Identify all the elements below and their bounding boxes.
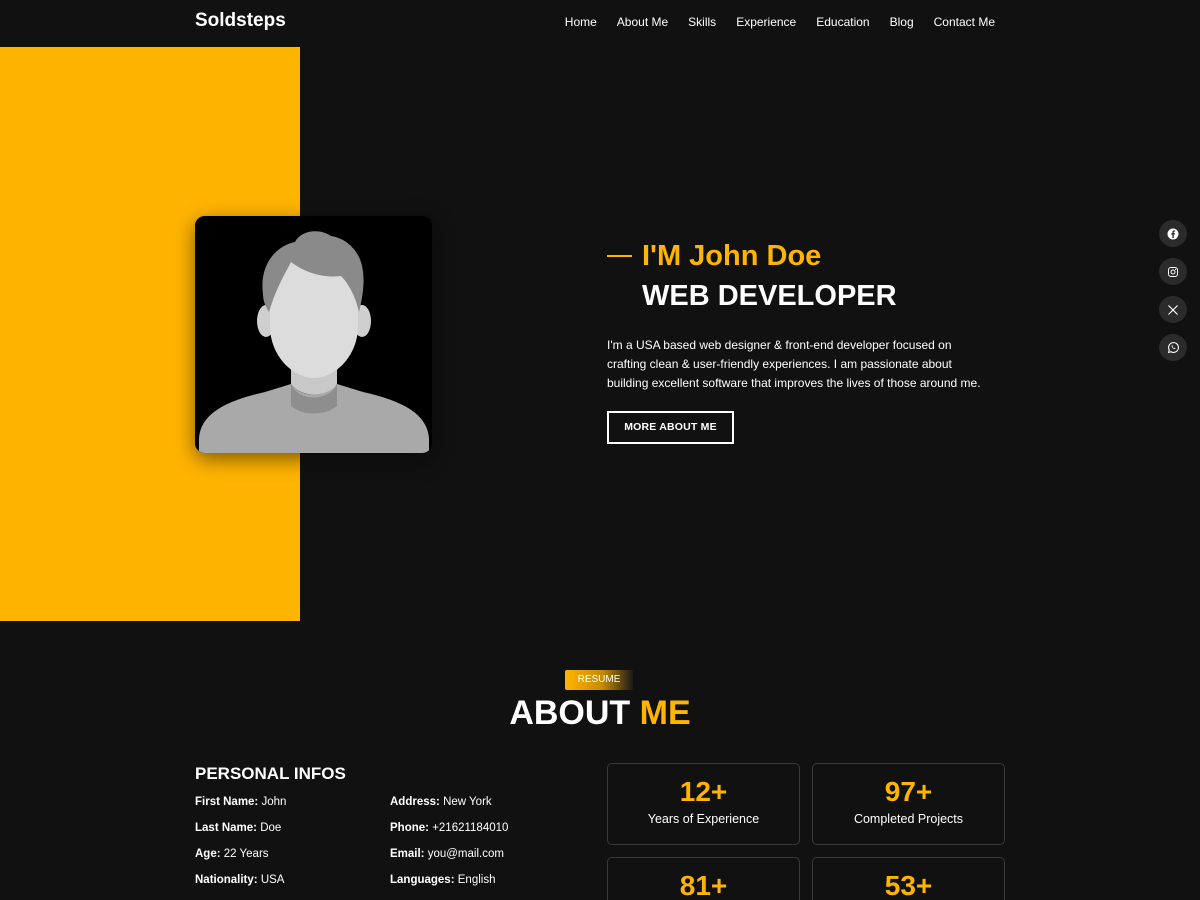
- info-value: 22 Years: [223, 848, 269, 860]
- info-age: Age: 22 Years: [195, 848, 390, 874]
- info-languages: Languages: English: [390, 874, 585, 900]
- info-row: Age: 22 Years Email: you@mail.com: [195, 848, 585, 874]
- hero-text-block: I'M John Doe WEB DEVELOPER I'm a USA bas…: [607, 238, 1007, 444]
- info-label: Address:: [390, 796, 440, 808]
- stat-number: 12+: [679, 776, 728, 807]
- info-phone: Phone: +21621184010: [390, 822, 585, 848]
- stat-card: 81+: [607, 857, 800, 900]
- info-label: Age:: [195, 848, 221, 860]
- top-navbar: Soldsteps Home About Me Skills Experienc…: [0, 0, 1200, 46]
- social-links: [1159, 220, 1187, 361]
- nav-blog[interactable]: Blog: [890, 15, 914, 29]
- facebook-icon[interactable]: [1159, 220, 1187, 247]
- site-logo[interactable]: Soldsteps: [195, 10, 286, 32]
- info-value: John: [261, 796, 287, 808]
- info-value: +21621184010: [432, 822, 509, 834]
- info-label: Languages:: [390, 874, 455, 886]
- info-value: English: [457, 874, 496, 886]
- info-row: First Name: John Address: New York: [195, 796, 585, 822]
- info-label: Phone:: [390, 822, 429, 834]
- about-title-accent: ME: [639, 694, 691, 732]
- personal-infos-heading: PERSONAL INFOS: [195, 764, 346, 783]
- hero-name: I'M John Doe: [642, 239, 822, 272]
- nav-home[interactable]: Home: [565, 15, 597, 29]
- nav-education[interactable]: Education: [816, 15, 869, 29]
- stat-number: 97+: [884, 776, 933, 807]
- stat-card: 53+: [812, 857, 1005, 900]
- resume-badge: RESUME: [565, 670, 633, 690]
- info-label: Last Name:: [195, 822, 257, 834]
- nav-about-me[interactable]: About Me: [617, 15, 668, 29]
- info-label: Nationality:: [195, 874, 258, 886]
- info-value: New York: [443, 796, 492, 808]
- hero-intro: I'M John Doe: [607, 238, 1007, 274]
- info-row: Last Name: Doe Phone: +21621184010: [195, 822, 585, 848]
- stat-label: Completed Projects: [853, 812, 964, 826]
- stat-number: 81+: [679, 870, 728, 900]
- info-label: First Name:: [195, 796, 259, 808]
- whatsapp-icon[interactable]: [1159, 334, 1187, 361]
- info-value: you@mail.com: [427, 848, 504, 860]
- info-value: Doe: [260, 822, 282, 834]
- hero-description: I'm a USA based web designer & front-end…: [607, 338, 981, 390]
- about-title-main: ABOUT: [509, 694, 631, 732]
- nav-contact-me[interactable]: Contact Me: [934, 15, 995, 29]
- info-row: Nationality: USA Languages: English: [195, 874, 585, 900]
- accent-dash: [607, 255, 632, 257]
- info-first-name: First Name: John: [195, 796, 390, 822]
- about-section-title: ABOUT ME: [0, 694, 1200, 733]
- stat-card: 97+ Completed Projects: [812, 763, 1005, 845]
- nav-experience[interactable]: Experience: [736, 15, 796, 29]
- info-label: Email:: [390, 848, 425, 860]
- x-icon[interactable]: [1159, 296, 1187, 323]
- main-nav: Home About Me Skills Experience Educatio…: [565, 15, 995, 29]
- stat-label: Years of Experience: [647, 812, 760, 826]
- more-about-me-button[interactable]: MORE ABOUT ME: [607, 411, 734, 444]
- info-address: Address: New York: [390, 796, 585, 822]
- info-value: USA: [260, 874, 285, 886]
- instagram-icon[interactable]: [1159, 258, 1187, 285]
- hero-role: WEB DEVELOPER: [642, 280, 897, 312]
- info-last-name: Last Name: Doe: [195, 822, 390, 848]
- stat-number: 53+: [884, 870, 933, 900]
- personal-info-grid: First Name: John Address: New York Last …: [195, 796, 585, 900]
- nav-skills[interactable]: Skills: [688, 15, 716, 29]
- person-silhouette-icon: [195, 216, 432, 453]
- profile-avatar: [195, 216, 432, 453]
- stat-card: 12+ Years of Experience: [607, 763, 800, 845]
- info-email: Email: you@mail.com: [390, 848, 585, 874]
- info-nationality: Nationality: USA: [195, 874, 390, 900]
